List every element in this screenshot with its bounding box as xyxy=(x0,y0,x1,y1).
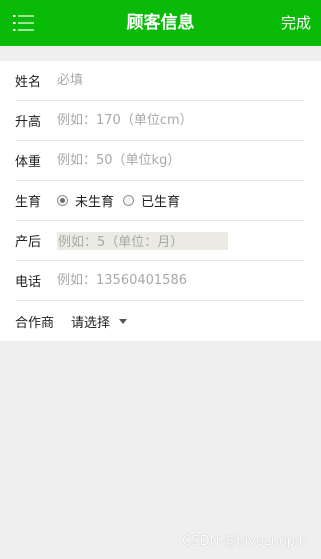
partner-label: 合作商 xyxy=(15,315,55,331)
top-bar: 顾客信息 完成 xyxy=(0,0,321,46)
postpartum-input[interactable]: 例如：5（单位：月） xyxy=(57,231,228,250)
name-label: 姓名 xyxy=(15,75,42,90)
postpartum-row: 产后 例如：5（单位：月） xyxy=(15,221,305,261)
weight-row: 体重 xyxy=(15,141,305,181)
watermark: CSDN @biyezuopin xyxy=(182,534,307,549)
done-button[interactable]: 完成 xyxy=(281,13,311,33)
weight-input[interactable] xyxy=(57,153,257,168)
birth-radio-group: 未生育 已生育 xyxy=(57,191,189,210)
partner-row: 合作商 请选择 xyxy=(15,301,305,341)
given-birth-radio[interactable] xyxy=(123,195,135,206)
birth-label: 生育 xyxy=(15,195,42,210)
phone-row: 电话 xyxy=(15,261,305,301)
partner-select-value[interactable]: 请选择 xyxy=(71,312,110,331)
given-birth-label[interactable]: 已生育 xyxy=(141,191,180,210)
chevron-down-icon[interactable] xyxy=(119,318,128,324)
height-input[interactable] xyxy=(57,113,257,128)
height-label: 升高 xyxy=(15,115,42,130)
weight-label: 体重 xyxy=(15,155,42,170)
not-given-birth-label[interactable]: 未生育 xyxy=(75,191,114,210)
postpartum-label: 产后 xyxy=(15,235,42,250)
page-title: 顾客信息 xyxy=(126,13,195,33)
phone-label: 电话 xyxy=(15,275,42,290)
name-row: 姓名 xyxy=(15,61,305,101)
customer-form: 姓名 升高 体重 生育 未生育 已生育 产后 例如：5（单位：月） 电话 合作商… xyxy=(0,61,321,341)
height-row: 升高 xyxy=(15,101,305,141)
name-input[interactable] xyxy=(57,73,257,88)
birth-row: 生育 未生育 已生育 xyxy=(15,181,305,221)
partner-select[interactable]: 请选择 xyxy=(57,312,128,331)
not-given-birth-radio[interactable] xyxy=(57,195,68,206)
phone-input[interactable] xyxy=(57,273,257,288)
